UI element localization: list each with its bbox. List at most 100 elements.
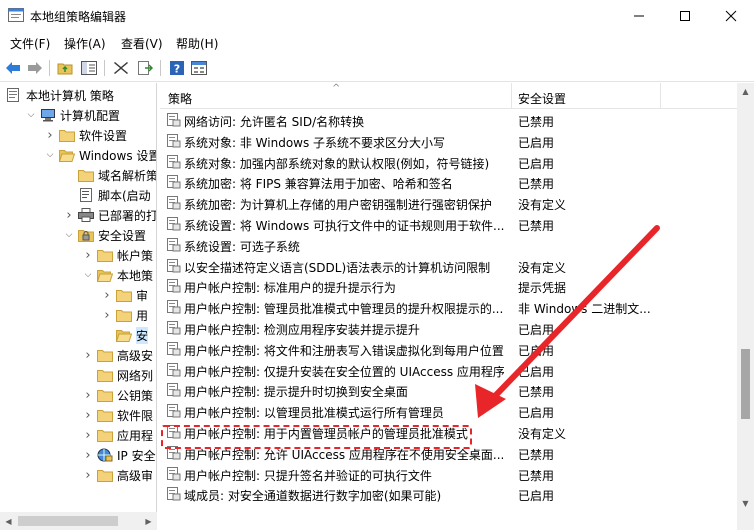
scroll-left-icon[interactable]: ◀: [0, 512, 17, 530]
tree-node[interactable]: ⌵ Windows 设置: [44, 145, 156, 165]
security-setting-value: 没有定义: [518, 427, 567, 441]
table-row[interactable]: 用户帐户控制: 仅提升安装在安全位置的 UIAccess 应用程序 已启用: [160, 360, 737, 381]
show-hide-tree-button[interactable]: [80, 59, 98, 77]
table-row[interactable]: 用户帐户控制: 只提升签名并验证的可执行文件 已禁用: [160, 464, 737, 485]
chevron-right-icon[interactable]: ›: [82, 448, 94, 463]
console-tree[interactable]: 本地计算机 策略 ⌵ 计算机配置 › 软件设置 ⌵ Windows 设置 域名解析策 脚本(启动…: [0, 83, 157, 512]
menu-help[interactable]: 帮助(H): [176, 35, 218, 52]
tree-node[interactable]: 本地计算机 策略: [6, 85, 114, 105]
table-row[interactable]: 系统加密: 为计算机上存储的用户密钥强制进行强密钥保护 没有定义: [160, 193, 737, 214]
column-security-setting[interactable]: 安全设置: [518, 90, 566, 107]
maximize-button[interactable]: [662, 0, 708, 31]
scroll-up-icon[interactable]: ▲: [737, 83, 754, 100]
chevron-right-icon[interactable]: ›: [101, 308, 113, 323]
chevron-right-icon[interactable]: ›: [44, 128, 56, 143]
delete-x-icon: [114, 62, 128, 74]
back-button[interactable]: [4, 59, 22, 77]
table-row[interactable]: 系统对象: 加强内部系统对象的默认权限(例如，符号链接) 已启用: [160, 152, 737, 173]
policy-icon: [167, 279, 181, 293]
tree-node[interactable]: › 公钥策: [82, 385, 153, 405]
tree-node-label: 本地策: [117, 268, 154, 283]
table-row[interactable]: 用户帐户控制: 标准用户的提升提示行为 提示凭据: [160, 276, 737, 297]
menu-view[interactable]: 查看(V): [121, 35, 163, 52]
tree-node[interactable]: ⌵ 计算机配置: [25, 105, 120, 125]
tree-node-label: 帐户策: [117, 248, 154, 263]
chevron-down-icon[interactable]: ⌵: [25, 109, 37, 121]
chevron-right-icon[interactable]: ›: [82, 428, 94, 443]
tree-node[interactable]: › 帐户策: [82, 245, 153, 265]
properties-button[interactable]: [190, 59, 208, 77]
close-button[interactable]: [708, 0, 754, 31]
table-row[interactable]: 用户帐户控制: 提示提升时切换到安全桌面 已禁用: [160, 380, 737, 401]
table-row[interactable]: 网络访问: 允许匿名 SID/名称转换 已禁用: [160, 110, 737, 131]
highlight-box: [161, 425, 472, 449]
forward-button[interactable]: [26, 59, 44, 77]
menu-file[interactable]: 文件(F): [10, 35, 50, 52]
tree-node[interactable]: › 已部署的打: [63, 205, 156, 225]
chevron-right-icon[interactable]: ›: [82, 248, 94, 263]
table-row[interactable]: 系统设置: 可选子系统: [160, 235, 737, 256]
table-row[interactable]: 用户帐户控制: 将文件和注册表写入错误虚拟化到每用户位置 已启用: [160, 339, 737, 360]
policy-name: 系统对象: 非 Windows 子系统不要求区分大小写: [184, 135, 446, 150]
table-row[interactable]: 用户帐户控制: 以管理员批准模式运行所有管理员 已启用: [160, 401, 737, 422]
policy-name: 系统加密: 将 FIPS 兼容算法用于加密、哈希和签名: [184, 177, 453, 192]
folder-open-icon: [115, 328, 133, 342]
tree-node[interactable]: › IP 安全: [82, 445, 155, 465]
column-policy[interactable]: 策略: [168, 90, 192, 107]
tree-node[interactable]: › 高级安: [82, 345, 153, 365]
policy-list: ^ 策略 安全设置 网络访问: 允许匿名 SID/名称转换 已禁用 系统对象: 非 …: [160, 83, 737, 530]
security-setting-value: 已禁用: [518, 468, 555, 483]
list-vertical-scrollbar[interactable]: ▲ ▼: [737, 83, 754, 530]
table-row[interactable]: 系统设置: 将 Windows 可执行文件中的证书规则用于软件... 已禁用: [160, 214, 737, 235]
folder-icon: [59, 128, 75, 142]
delete-button[interactable]: [112, 59, 130, 77]
tree-node-label: 用: [136, 308, 149, 323]
tree-node[interactable]: › 用: [101, 305, 148, 325]
tree-node[interactable]: 域名解析策: [63, 165, 156, 185]
tree-node[interactable]: ⌵ 安全设置: [63, 225, 146, 245]
tree-node[interactable]: 脚本(启动: [63, 185, 151, 205]
up-folder-button[interactable]: [56, 59, 74, 77]
policy-name: 以安全描述符定义语言(SDDL)语法表示的计算机访问限制: [184, 260, 491, 275]
tree-node[interactable]: › 应用程: [82, 425, 153, 445]
chevron-down-icon[interactable]: ⌵: [63, 229, 75, 241]
policy-name: 用户帐户控制: 只提升签名并验证的可执行文件: [184, 468, 432, 483]
help-button[interactable]: ?: [168, 59, 186, 77]
scroll-right-icon[interactable]: ▶: [140, 512, 157, 530]
chevron-right-icon[interactable]: ›: [101, 288, 113, 303]
table-row[interactable]: 以安全描述符定义语言(SDDL)语法表示的计算机访问限制 没有定义: [160, 256, 737, 277]
chevron-right-icon[interactable]: ›: [82, 388, 94, 403]
export-list-icon: [138, 61, 153, 75]
list-scroll-thumb[interactable]: [741, 349, 750, 419]
folder-icon: [97, 468, 113, 482]
scroll-down-icon[interactable]: ▼: [737, 495, 754, 512]
tree-scroll-thumb[interactable]: [18, 516, 118, 526]
table-row[interactable]: 系统加密: 将 FIPS 兼容算法用于加密、哈希和签名 已禁用: [160, 172, 737, 193]
chevron-down-icon[interactable]: ⌵: [44, 149, 56, 161]
table-row[interactable]: 域成员: 对安全通道数据进行数字加密(如果可能) 已启用: [160, 484, 737, 505]
chevron-right-icon[interactable]: ›: [82, 348, 94, 363]
table-row[interactable]: 系统对象: 非 Windows 子系统不要求区分大小写 已启用: [160, 131, 737, 152]
table-row[interactable]: 用户帐户控制: 管理员批准模式中管理员的提升权限提示的... 非 Windows …: [160, 297, 737, 318]
tree-horizontal-scrollbar[interactable]: ◀ ▶: [0, 512, 157, 530]
tree-node-label: 高级安: [117, 348, 154, 363]
tree-node[interactable]: ⌵ 本地策: [82, 265, 153, 285]
policy-icon: [167, 196, 181, 210]
tree-node[interactable]: 网络列: [82, 365, 153, 385]
table-row[interactable]: 用户帐户控制: 检测应用程序安装并提示提升 已启用: [160, 318, 737, 339]
chevron-down-icon[interactable]: ⌵: [82, 269, 94, 281]
chevron-right-icon[interactable]: ›: [82, 408, 94, 423]
chevron-right-icon[interactable]: ›: [82, 468, 94, 483]
maximize-icon: [680, 10, 690, 21]
menu-action[interactable]: 操作(A): [64, 35, 106, 52]
tree-node[interactable]: 安: [101, 325, 149, 345]
tree-node[interactable]: › 审: [101, 285, 148, 305]
export-list-button[interactable]: [136, 59, 154, 77]
chevron-right-icon[interactable]: ›: [63, 208, 75, 223]
toolbar: ?: [0, 54, 754, 82]
tree-node[interactable]: › 软件设置: [44, 125, 127, 145]
tree-node[interactable]: › 软件限: [82, 405, 153, 425]
minimize-button[interactable]: [616, 0, 662, 31]
tree-node[interactable]: › 高级审: [82, 465, 153, 485]
tree-node-label: 安: [136, 326, 149, 344]
